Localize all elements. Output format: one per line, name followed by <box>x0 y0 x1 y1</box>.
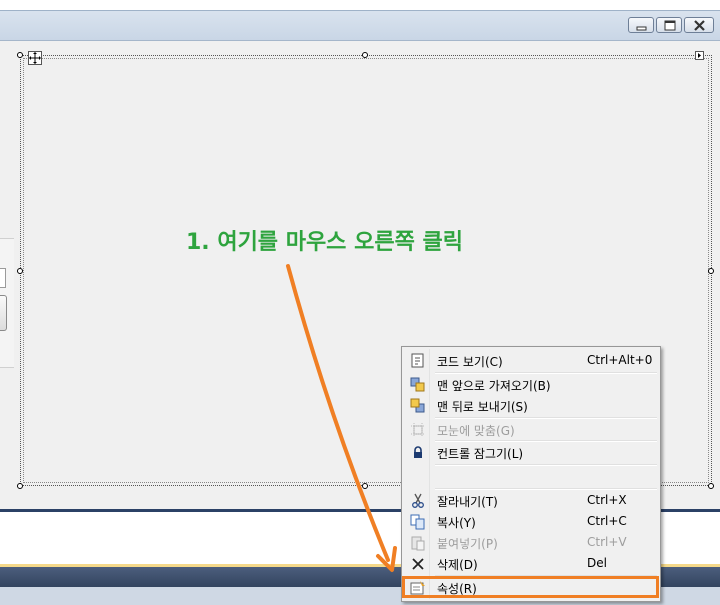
menu-item-align-to-grid[interactable]: 모눈에 맞춤(G) <box>404 419 658 440</box>
menu-item-shortcut: Ctrl+C <box>587 514 627 528</box>
delete-icon <box>412 558 424 570</box>
menu-item-paste[interactable]: 붙여넣기(P) Ctrl+V <box>404 532 658 553</box>
view-code-icon <box>411 353 424 368</box>
resize-handle-middle-left[interactable] <box>17 268 23 274</box>
menu-item-label: 붙여넣기(P) <box>437 537 498 551</box>
menu-item-bring-to-front[interactable]: 맨 앞으로 가져오기(B) <box>404 374 658 395</box>
menu-item-lock-controls[interactable]: 컨트롤 잠그기(L) <box>404 442 658 463</box>
menu-item-label: 삭제(D) <box>437 558 478 572</box>
resize-handle-top-center[interactable] <box>362 52 368 58</box>
copy-icon <box>410 514 425 530</box>
menu-item-delete[interactable]: 삭제(D) Del <box>404 553 658 574</box>
left-partial-textbox[interactable] <box>0 268 6 288</box>
menu-item-label: 맨 뒤로 보내기(S) <box>437 400 528 414</box>
menu-item-label: 코드 보기(C) <box>437 355 503 369</box>
annotation-instruction: 1. 여기를 마우스 오른쪽 클릭 <box>186 230 463 255</box>
menu-item-shortcut: Ctrl+Alt+0 <box>587 353 653 367</box>
context-menu: 코드 보기(C) Ctrl+Alt+0 맨 앞으로 가져오기(B) 맨 뒤로 보… <box>401 346 661 602</box>
menu-item-label: 맨 앞으로 가져오기(B) <box>437 379 551 393</box>
title-bar-top-edge <box>0 0 720 11</box>
paste-icon <box>411 536 425 551</box>
move-arrows-icon <box>29 52 41 64</box>
smart-tag-glyph[interactable] <box>695 51 704 60</box>
minimize-button[interactable] <box>628 17 654 33</box>
resize-handle-bottom-center[interactable] <box>362 483 368 489</box>
align-to-grid-icon <box>411 423 425 437</box>
menu-item-label: 컨트롤 잠그기(L) <box>437 447 524 461</box>
menu-item-shortcut: Ctrl+X <box>587 493 627 507</box>
menu-item-label: 잘라내기(T) <box>437 495 498 509</box>
send-to-back-icon <box>410 398 425 413</box>
cut-icon <box>412 493 424 508</box>
properties-highlight-box <box>402 576 659 598</box>
menu-item-send-to-back[interactable]: 맨 뒤로 보내기(S) <box>404 395 658 416</box>
menu-item-shortcut: Del <box>587 556 607 570</box>
menu-item-copy[interactable]: 복사(Y) Ctrl+C <box>404 511 658 532</box>
left-partial-button[interactable] <box>0 295 7 331</box>
maximize-button[interactable] <box>656 17 682 33</box>
menu-separator <box>435 464 657 466</box>
bring-to-front-icon <box>410 377 425 392</box>
lock-icon <box>414 446 422 458</box>
resize-handle-middle-right[interactable] <box>708 268 714 274</box>
minimize-icon <box>636 26 647 31</box>
menu-item-view-code[interactable]: 코드 보기(C) Ctrl+Alt+0 <box>404 350 658 371</box>
menu-item-cut[interactable]: 잘라내기(T) Ctrl+X <box>404 490 658 511</box>
resize-handle-bottom-right[interactable] <box>708 483 714 489</box>
smart-tag-arrow-icon <box>698 53 701 58</box>
window-title-bar <box>0 0 720 41</box>
maximize-icon <box>664 20 676 31</box>
close-icon <box>694 20 705 31</box>
move-handle[interactable] <box>28 51 42 65</box>
menu-item-label: 모눈에 맞춤(G) <box>437 424 515 438</box>
close-button[interactable] <box>684 17 714 33</box>
resize-handle-top-left[interactable] <box>17 52 23 58</box>
menu-item-shortcut: Ctrl+V <box>587 535 627 549</box>
resize-handle-bottom-left[interactable] <box>17 483 23 489</box>
menu-item-label: 복사(Y) <box>437 516 476 530</box>
